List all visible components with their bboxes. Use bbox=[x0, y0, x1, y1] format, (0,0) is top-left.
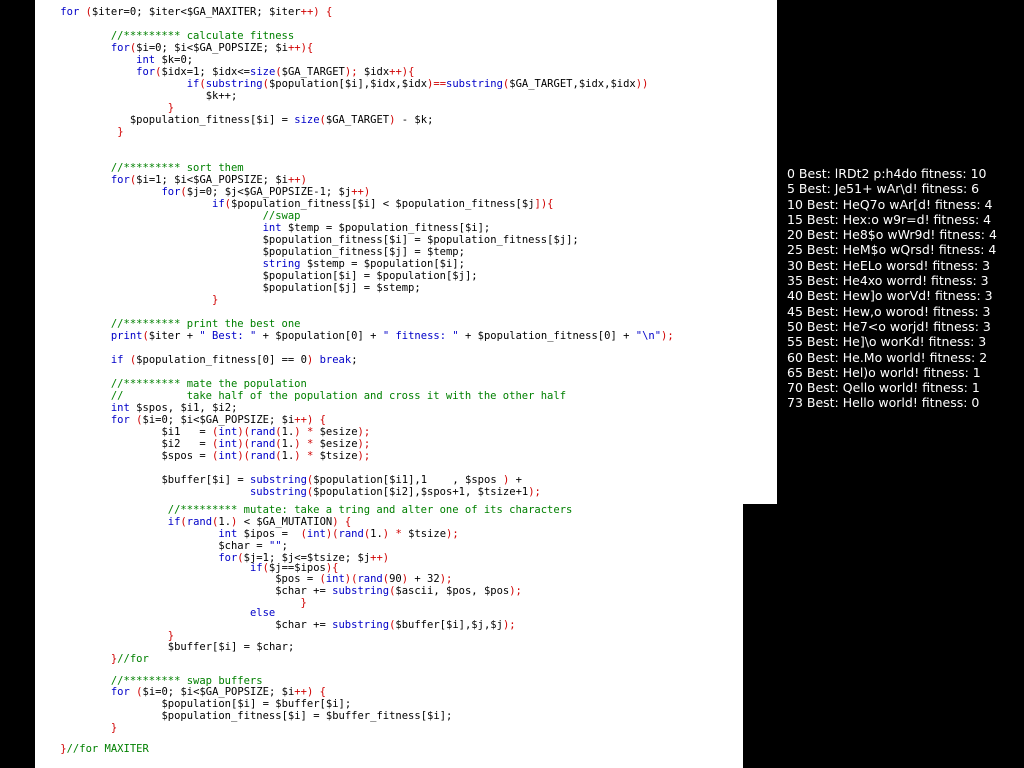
code-line: if(substring($population[$i],$idx,$idx)=… bbox=[186, 78, 649, 90]
code-line: string $stemp = $population[$i]; bbox=[262, 258, 465, 270]
code-line: for($idx=1; $idx<=size($GA_TARGET); $idx… bbox=[136, 66, 415, 78]
code-line: $population_fitness[$i] = $population_fi… bbox=[262, 234, 579, 246]
code-panel-top: for ($iter=0; $iter<$GA_MAXITER; $iter++… bbox=[35, 0, 777, 504]
code-line: $population_fitness[$i] = size($GA_TARGE… bbox=[129, 114, 434, 126]
code-line: }//for bbox=[35, 653, 149, 665]
code-line: if ($population_fitness[0] == 0) break; bbox=[110, 354, 358, 366]
code-line: // take half of the population and cross… bbox=[110, 390, 567, 402]
code-line: $spos = (int)(rand(1.) * $tsize); bbox=[161, 450, 371, 462]
output-line: 55 Best: He]\o worKd! fitness: 3 bbox=[787, 334, 987, 350]
code-line: $population_fitness[$i] = $buffer_fitnes… bbox=[161, 710, 453, 722]
output-line: 0 Best: lRDt2 p:h4do fitness: 10 bbox=[787, 166, 987, 181]
code-line: for($j=0; $j<$GA_POPSIZE-1; $j++) bbox=[161, 186, 371, 198]
code-line: $population[$j] = $stemp; bbox=[262, 282, 421, 294]
code-line: $i2 = (int)(rand(1.) * $esize); bbox=[161, 438, 371, 450]
code-line: for($i=1; $i<$GA_POPSIZE; $i++) bbox=[110, 174, 307, 186]
code-line: for ($i=0; $i<$GA_POPSIZE; $i++) { bbox=[110, 686, 326, 698]
output-line: 73 Best: Hello world! fitness: 0 bbox=[787, 395, 980, 411]
code-line: substring($population[$i2],$spos+1, $tsi… bbox=[249, 486, 541, 498]
code-line: for ($i=0; $i<$GA_POPSIZE; $i++) { bbox=[110, 414, 326, 426]
code-line: $buffer[$i] = $char; bbox=[167, 641, 295, 653]
code-line: $pos = (int)(rand(90) + 32); bbox=[275, 573, 453, 585]
output-line: 30 Best: HeELo worsd! fitness: 3 bbox=[787, 257, 991, 273]
code-line: //********* calculate fitness bbox=[110, 30, 295, 42]
code-line: if($population_fitness[$i] < $population… bbox=[212, 198, 554, 210]
output-line: 35 Best: He4xo worrd! fitness: 3 bbox=[787, 273, 989, 289]
code-line: $char += substring($ascii, $pos, $pos); bbox=[275, 585, 522, 597]
code-line: int $k=0; bbox=[136, 54, 194, 66]
console-output: 0 Best: lRDt2 p:h4do fitness: 10 5 Best: … bbox=[787, 166, 997, 411]
code-line: else bbox=[249, 607, 276, 619]
code-line: //********* sort them bbox=[110, 162, 244, 174]
code-line: $population[$i] = $buffer[$i]; bbox=[161, 698, 352, 710]
code-panel-bottom: //********* mutate: take a tring and alt… bbox=[35, 504, 743, 768]
code-line: } bbox=[110, 722, 118, 734]
code-line: int $spos, $i1, $i2; bbox=[110, 402, 238, 414]
output-line: 65 Best: Hel)o world! fitness: 1 bbox=[787, 364, 981, 380]
output-line: 20 Best: He8$o wWr9d! fitness: 4 bbox=[787, 227, 997, 243]
code-line: } bbox=[117, 126, 124, 138]
code-line: $i1 = (int)(rand(1.) * $esize); bbox=[161, 426, 371, 438]
code-line: int $ipos = (int)(rand(1.) * $tsize); bbox=[218, 528, 459, 540]
output-line: 25 Best: HeM$o wQrsd! fitness: 4 bbox=[787, 242, 997, 258]
code-line: $buffer[$i] = substring($population[$i1]… bbox=[161, 474, 522, 486]
code-line: //********* mutate: take a tring and alt… bbox=[167, 504, 573, 516]
output-line: 60 Best: He.Mo world! fitness: 2 bbox=[787, 349, 988, 365]
output-line: 5 Best: Je51+ wAr\d! fitness: 6 bbox=[787, 181, 980, 197]
code-line: } bbox=[167, 102, 175, 114]
code-line: $population[$i] = $population[$j]; bbox=[262, 270, 478, 282]
output-line: 15 Best: Hex:o w9r=d! fitness: 4 bbox=[787, 211, 992, 227]
code-line: //swap bbox=[262, 210, 301, 222]
output-line: 10 Best: HeQ7o wAr[d! fitness: 4 bbox=[787, 196, 993, 212]
code-line: for ($iter=0; $iter<$GA_MAXITER; $iter++… bbox=[60, 6, 333, 18]
code-line: //********* print the best one bbox=[110, 318, 301, 330]
code-line: $k++; bbox=[205, 90, 238, 102]
code-line: print($iter + " Best: " + $population[0]… bbox=[110, 330, 674, 342]
output-line: 70 Best: Qello world! fitness: 1 bbox=[787, 380, 980, 396]
code-line: }//for MAXITER bbox=[35, 743, 149, 755]
output-line: 50 Best: He7<o worjd! fitness: 3 bbox=[787, 318, 991, 334]
code-line: if(rand(1.) < $GA_MUTATION) { bbox=[167, 516, 352, 528]
code-line: //********* mate the population bbox=[110, 378, 307, 390]
code-line: int $temp = $population_fitness[$i]; bbox=[262, 222, 491, 234]
output-line: 40 Best: Hew]o worVd! fitness: 3 bbox=[787, 288, 993, 304]
code-line: $char = ""; bbox=[218, 540, 288, 552]
code-line: $population_fitness[$j] = $temp; bbox=[262, 246, 465, 258]
code-line: } bbox=[212, 294, 219, 306]
code-line: for($i=0; $i<$GA_POPSIZE; $i++){ bbox=[110, 42, 314, 54]
output-line: 45 Best: Hew,o worod! fitness: 3 bbox=[787, 303, 991, 319]
